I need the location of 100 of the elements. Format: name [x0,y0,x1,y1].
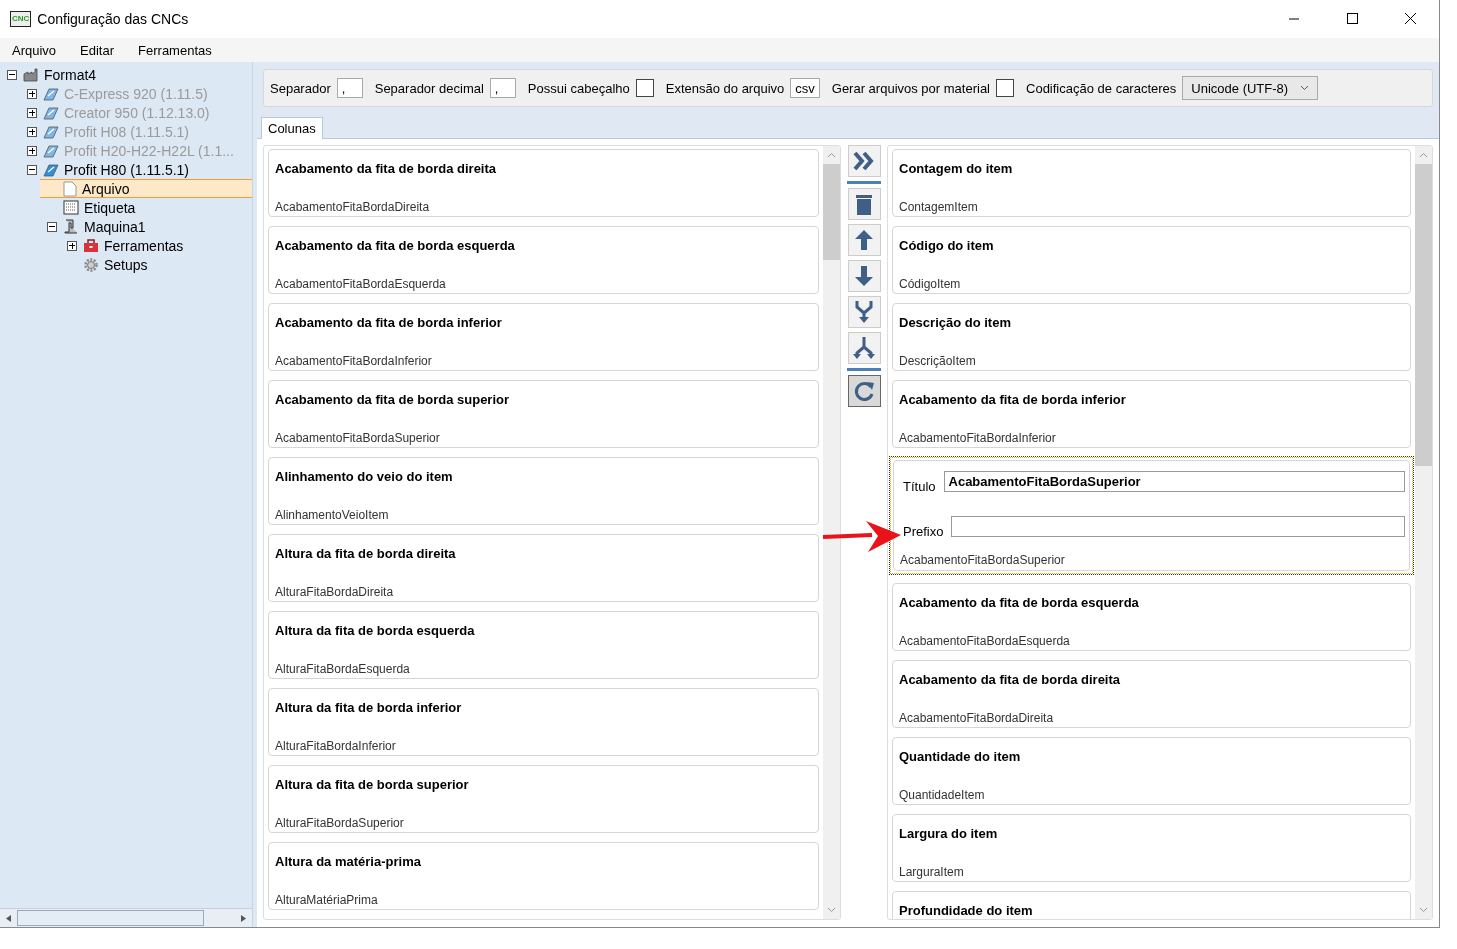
column-card[interactable]: Profundidade do item [892,891,1411,919]
collapse-icon[interactable] [47,221,57,232]
factory-icon [23,67,39,82]
menu-item[interactable]: Editar [72,42,123,58]
window-title: Configuração das CNCs [37,11,190,27]
scrollbar-thumb[interactable] [1415,164,1432,467]
column-name: AlturaMatériaPrima [275,893,379,907]
column-title: Acabamento da fita de borda direita [899,672,1122,687]
column-title: Altura da matéria-prima [275,854,422,869]
scrollbar-thumb[interactable] [17,910,204,926]
splitter-handle[interactable] [252,62,257,927]
prefix-field[interactable] [951,516,1405,537]
vertical-scrollbar[interactable] [1415,146,1432,919]
menu-item[interactable]: Arquivo [4,42,65,58]
option-label: Separador decimal [374,80,484,96]
column-card[interactable]: Acabamento da fita de borda esquerda AcabamentoFitaBordaEsquerda [892,583,1411,651]
column-card[interactable]: Altura da fita de borda superior AlturaFitaBordaSuperior [268,765,819,833]
app-icon: CNC [10,11,32,27]
column-card[interactable]: Acabamento da fita de borda direita AcabamentoFitaBordaDireita [268,149,819,217]
column-name: AlturaFitaBordaEsquerda [275,662,411,676]
column-card[interactable]: Descrição do item DescriçãoItem [892,303,1411,371]
column-name: AlturaFitaBordaInferior [275,739,397,753]
machine-icon [43,124,59,139]
column-card[interactable]: Altura da fita de borda direita AlturaFitaBordaDireita [268,534,819,602]
vertical-scrollbar[interactable] [823,146,840,919]
option-label: Extensão do arquivo [665,80,785,96]
column-title: Altura da fita de borda inferior [275,700,463,715]
tool-button[interactable] [847,375,881,407]
tree-item[interactable]: Setups [60,255,252,274]
tree-item[interactable]: Format4 [0,65,252,84]
tree-item[interactable]: Profit H80 (1.11.5.1) [20,160,252,179]
machine-icon [43,143,59,158]
column-card[interactable]: Título AcabamentoFitaBordaSuperior Prefixo AcabamentoFitaBordaSuperior [890,457,1413,574]
option-label: Codificação de caracteres [1026,80,1177,96]
caret-icon [1300,85,1310,91]
tree-item[interactable]: Arquivo [40,179,252,198]
column-card[interactable]: Altura da fita de borda esquerda AlturaFitaBordaEsquerda [268,611,819,679]
column-card[interactable]: Acabamento da fita de borda esquerda AcabamentoFitaBordaEsquerda [268,226,819,294]
column-title: Profundidade do item [899,903,1034,918]
column-card[interactable]: Altura da matéria-prima AlturaMatériaPrima [268,842,819,910]
column-name: AcabamentoFitaBordaDireita [275,200,431,214]
column-card[interactable]: Altura da fita de borda inferior AlturaFitaBordaInferior [268,688,819,756]
option-label: Gerar arquivos por material [831,80,990,96]
tree-item[interactable]: Ferramentas [60,236,252,255]
column-name: AcabamentoFitaBordaEsquerda [899,634,1071,648]
file-icon [63,180,77,197]
collapse-icon[interactable] [27,164,37,175]
column-card[interactable]: Contagem do item ContagemItem [892,149,1411,217]
text-field[interactable]: csv [790,78,820,98]
menu-item[interactable]: Ferramentas [130,42,220,58]
toolbox-icon [83,238,99,253]
tree-item[interactable]: Etiqueta [40,198,252,217]
gear-icon [83,256,99,273]
collapse-icon[interactable] [7,69,17,80]
scroll-left-icon[interactable] [6,914,11,922]
checkbox[interactable] [635,79,654,97]
column-name: AcabamentoFitaBordaSuperior [275,431,441,445]
text-field[interactable]: , [336,78,363,98]
column-card[interactable]: Acabamento da fita de borda superior AcabamentoFitaBordaSuperior [268,380,819,448]
column-name: AlinhamentoVeioItem [275,508,390,522]
machine-icon [43,105,59,120]
column-title: Altura da fita de borda esquerda [275,623,476,638]
encoding-dropdown[interactable]: Unicode (UTF-8) [1182,76,1319,100]
column-card[interactable]: Acabamento da fita de borda direita AcabamentoFitaBordaDireita [892,660,1411,728]
option-label: Separador [270,80,331,96]
column-name: AcabamentoFitaBordaInferior [275,354,433,368]
column-name: AcabamentoFitaBordaEsquerda [275,277,447,291]
column-card[interactable]: Alinhamento do veio do item AlinhamentoVeioItem [268,457,819,525]
split-arrow-icon [851,335,877,361]
column-card[interactable]: Acabamento da fita de borda inferior AcabamentoFitaBordaInferior [892,380,1411,448]
column-title: Contagem do item [899,161,1014,176]
checkbox[interactable] [996,79,1014,97]
column-title: Acabamento da fita de borda inferior [899,392,1127,407]
column-name: QuantidadeItem [899,788,986,802]
column-title: Altura da fita de borda superior [275,777,470,792]
machine-icon [43,86,59,101]
column-card[interactable]: Quantidade do item QuantidadeItem [892,737,1411,805]
scrollbar-thumb[interactable] [823,164,840,260]
machine-icon [63,219,79,234]
horizontal-scrollbar[interactable] [0,908,252,927]
text-field[interactable]: , [489,78,516,98]
column-name: AcabamentoFitaBordaSuperior [900,553,1066,567]
column-card[interactable]: Largura do item LarguraItem [892,814,1411,882]
option-label: Possui cabeçalho [527,80,630,96]
scroll-right-icon[interactable] [241,914,246,922]
expand-icon[interactable] [67,240,77,251]
column-name: ContagemItem [899,200,979,214]
column-title: Descrição do item [899,315,1012,330]
column-name: AcabamentoFitaBordaInferior [899,431,1057,445]
column-card[interactable]: Acabamento da fita de borda inferior AcabamentoFitaBordaInferior [268,303,819,371]
column-title: Código do item [899,238,995,253]
column-card[interactable]: Código do item CódigoItem [892,226,1411,294]
title-field[interactable]: AcabamentoFitaBordaSuperior [943,471,1405,492]
column-title: Acabamento da fita de borda direita [275,161,498,176]
tree-item[interactable]: Maquina1 [40,217,252,236]
column-name: AlturaFitaBordaDireita [275,585,395,599]
column-name: CódigoItem [899,277,962,291]
machine-icon [43,162,59,177]
tab[interactable]: Colunas [261,117,323,139]
column-title: Largura do item [899,826,999,841]
